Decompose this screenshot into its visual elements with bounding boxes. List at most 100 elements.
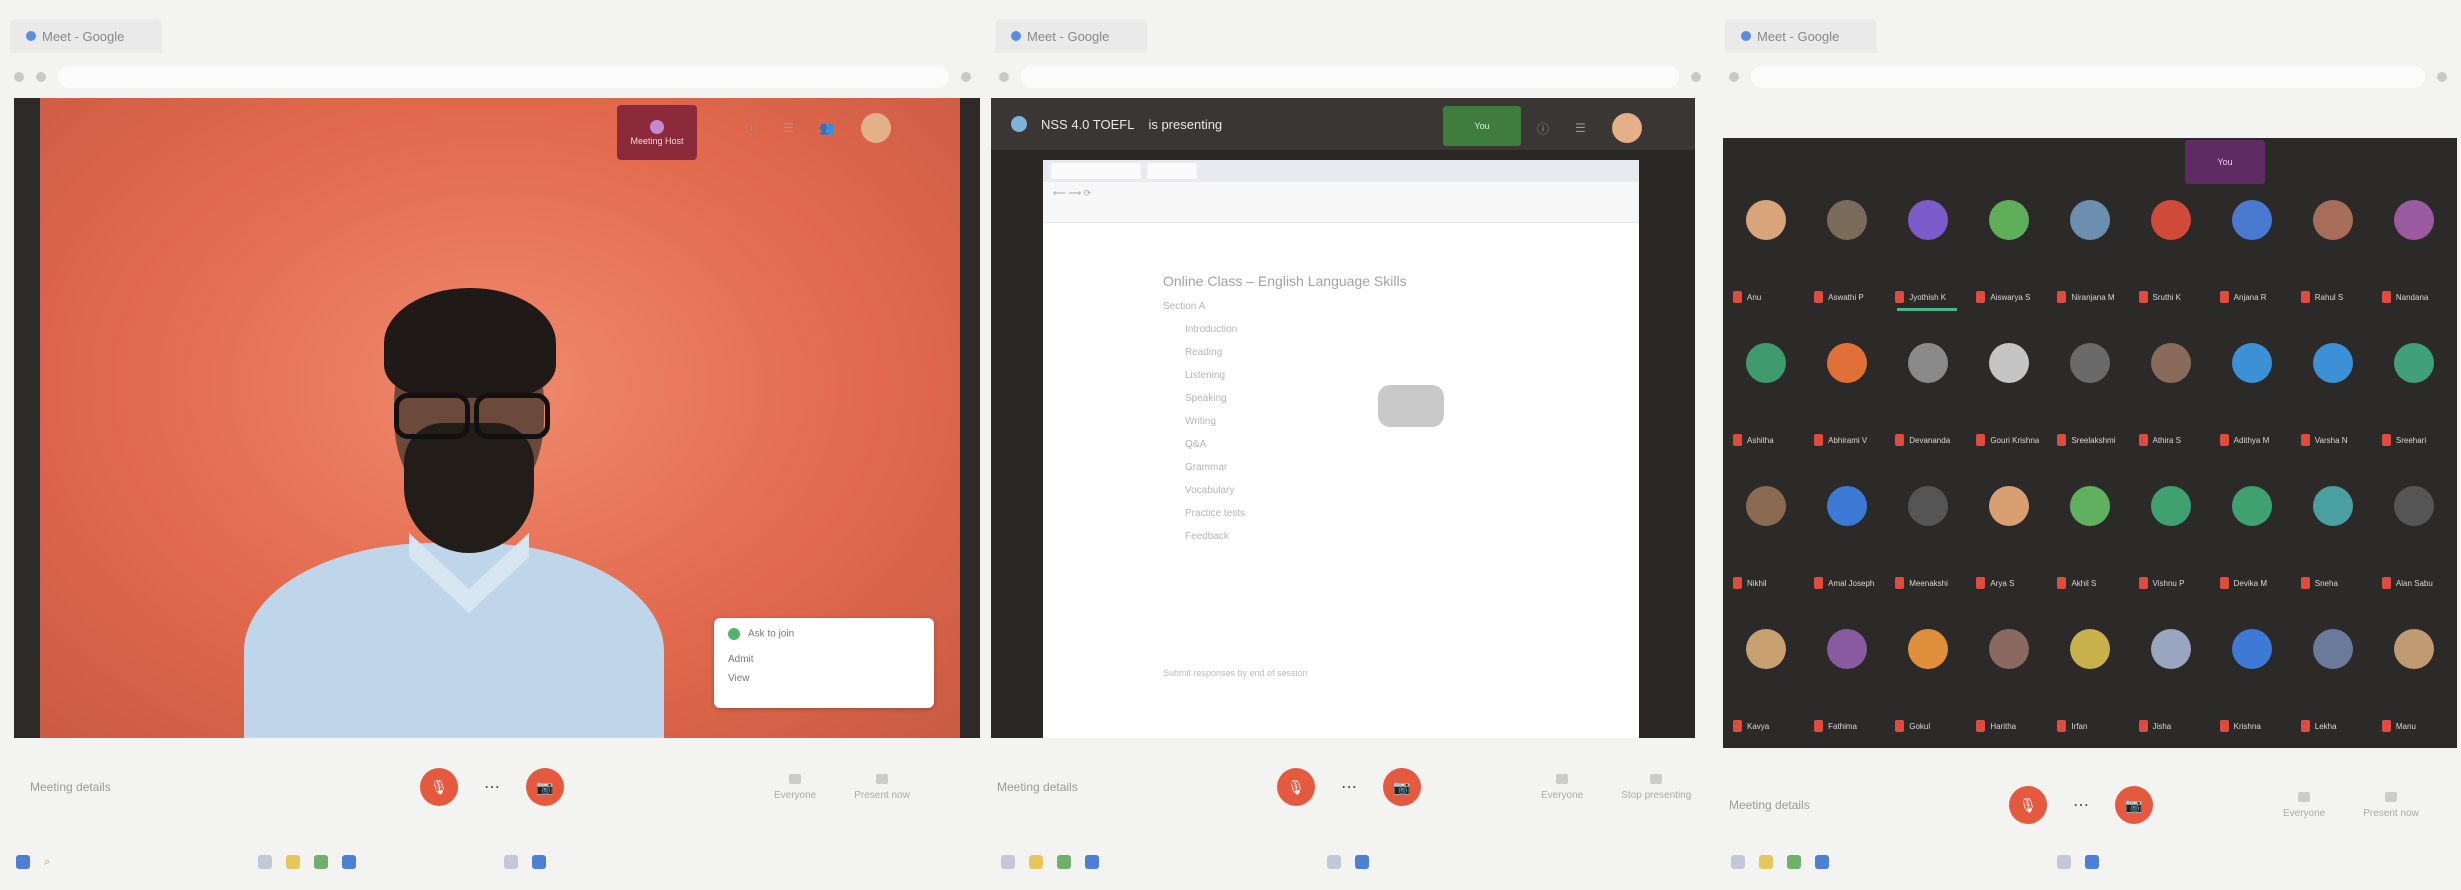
people-button[interactable]: Everyone: [774, 773, 816, 801]
participant-tile[interactable]: Akhil S: [2053, 466, 2126, 599]
participant-tile[interactable]: Fathima: [1810, 609, 1883, 742]
reload-icon[interactable]: [36, 72, 46, 82]
network-icon[interactable]: [532, 855, 547, 869]
more-icon[interactable]: ⋯: [2073, 795, 2089, 815]
info-icon[interactable]: ⓘ: [1537, 120, 1549, 137]
participant-tile[interactable]: Gokul: [1891, 609, 1964, 742]
back-icon[interactable]: [14, 72, 24, 82]
self-view-tile[interactable]: You: [1443, 106, 1521, 146]
participant-tile[interactable]: Ashitha: [1729, 323, 1802, 456]
camera-button[interactable]: 📷: [526, 768, 564, 806]
browser-tab[interactable]: Meet - Google: [1725, 19, 1877, 53]
self-view-tile[interactable]: Meeting Host: [617, 105, 697, 160]
extension-icon[interactable]: [1691, 72, 1701, 82]
admit-link[interactable]: Admit: [728, 654, 920, 665]
present-button[interactable]: Stop presenting: [1621, 773, 1691, 801]
meeting-details[interactable]: Meeting details: [30, 780, 180, 794]
participant-tile[interactable]: Aiswarya S: [1972, 180, 2045, 313]
mic-button[interactable]: 🎙: [420, 768, 458, 806]
participant-tile[interactable]: Alan Sabu: [2378, 466, 2451, 599]
back-icon[interactable]: [999, 72, 1009, 82]
participant-tile[interactable]: Rahul S: [2297, 180, 2370, 313]
participant-tile[interactable]: Irfan: [2053, 609, 2126, 742]
participant-tile[interactable]: Devananda: [1891, 323, 1964, 456]
participant-tile[interactable]: Sneha: [2297, 466, 2370, 599]
mic-button[interactable]: 🎙: [2009, 786, 2047, 824]
camera-button[interactable]: 📷: [1383, 768, 1421, 806]
people-button[interactable]: Everyone: [2283, 791, 2325, 819]
edge-icon[interactable]: [1085, 855, 1099, 869]
info-icon[interactable]: ⓘ: [745, 120, 757, 137]
participant-tile[interactable]: Haritha: [1972, 609, 2045, 742]
meeting-details[interactable]: Meeting details: [1729, 798, 1879, 812]
mic-button[interactable]: 🎙: [1277, 768, 1315, 806]
participant-tile[interactable]: Nikhil: [1729, 466, 1802, 599]
network-icon[interactable]: [2085, 855, 2099, 869]
people-icon[interactable]: 👥: [820, 121, 835, 135]
folder-icon[interactable]: [286, 855, 301, 869]
participant-tile[interactable]: Gouri Krishna: [1972, 323, 2045, 456]
browser-tab[interactable]: Meet - Google: [995, 19, 1147, 53]
participant-tile[interactable]: Sreelakshmi: [2053, 323, 2126, 456]
participant-tile[interactable]: Kavya: [1729, 609, 1802, 742]
chrome-icon[interactable]: [1057, 855, 1071, 869]
extension-icon[interactable]: [961, 72, 971, 82]
participant-tile[interactable]: Manu: [2378, 609, 2451, 742]
edge-icon[interactable]: [1815, 855, 1829, 869]
participant-tile[interactable]: Devika M: [2216, 466, 2289, 599]
participant-tile[interactable]: Niranjana M: [2053, 180, 2126, 313]
back-icon[interactable]: [1729, 72, 1739, 82]
participant-tile[interactable]: Sreehari: [2378, 323, 2451, 456]
present-button[interactable]: Present now: [854, 773, 910, 801]
account-avatar[interactable]: [1611, 113, 1642, 143]
folder-icon[interactable]: [1029, 855, 1043, 869]
participant-tile[interactable]: Sruthi K: [2135, 180, 2208, 313]
more-icon[interactable]: ⋯: [484, 777, 500, 797]
participant-tile[interactable]: Varsha N: [2297, 323, 2370, 456]
meeting-details[interactable]: Meeting details: [997, 780, 1147, 794]
chrome-icon[interactable]: [314, 855, 329, 869]
account-avatar[interactable]: [860, 113, 891, 143]
present-button[interactable]: Present now: [2363, 791, 2419, 819]
participant-tile[interactable]: Anu: [1729, 180, 1802, 313]
url-field[interactable]: [1751, 66, 2425, 88]
participant-tile[interactable]: Lekha: [2297, 609, 2370, 742]
tray-icon[interactable]: [504, 855, 519, 869]
taskbar-app-icon[interactable]: [258, 855, 273, 869]
folder-icon[interactable]: [1759, 855, 1773, 869]
network-icon[interactable]: [1355, 855, 1369, 869]
more-icon[interactable]: ⋯: [1341, 777, 1357, 797]
edge-icon[interactable]: [342, 855, 357, 869]
participant-tile[interactable]: Jisha: [2135, 609, 2208, 742]
tray-icon[interactable]: [1327, 855, 1341, 869]
taskbar-app-icon[interactable]: [1731, 855, 1745, 869]
participant-tile[interactable]: Arya S: [1972, 466, 2045, 599]
taskbar-app-icon[interactable]: [1001, 855, 1015, 869]
search-icon[interactable]: ⌕: [44, 856, 50, 869]
chrome-icon[interactable]: [1787, 855, 1801, 869]
tray-icon[interactable]: [2057, 855, 2071, 869]
start-icon[interactable]: [16, 855, 30, 869]
participant-tile[interactable]: Abhirami V: [1810, 323, 1883, 456]
extension-icon[interactable]: [2437, 72, 2447, 82]
chat-icon[interactable]: ☰: [783, 121, 794, 135]
browser-tab[interactable]: Meet - Google: [10, 19, 162, 53]
participant-tile[interactable]: Nandana: [2378, 180, 2451, 313]
participant-tile[interactable]: Anjana R: [2216, 180, 2289, 313]
camera-button[interactable]: 📷: [2115, 786, 2153, 824]
participant-tile[interactable]: Adithya M: [2216, 323, 2289, 456]
view-link[interactable]: View: [728, 673, 920, 684]
people-button[interactable]: Everyone: [1541, 773, 1583, 801]
self-view-tile[interactable]: You: [2185, 140, 2265, 184]
participant-tile[interactable]: Aswathi P: [1810, 180, 1883, 313]
participant-tile[interactable]: Amal Joseph: [1810, 466, 1883, 599]
participant-tile[interactable]: Jyothish K: [1891, 180, 1964, 313]
participant-tile[interactable]: Krishna: [2216, 609, 2289, 742]
participant-tile[interactable]: Athira S: [2135, 323, 2208, 456]
url-field[interactable]: [1021, 66, 1679, 88]
url-field[interactable]: [58, 66, 949, 88]
participant-tile[interactable]: Vishnu P: [2135, 466, 2208, 599]
chat-icon[interactable]: ☰: [1575, 121, 1586, 135]
join-request-card[interactable]: Ask to join Admit View: [714, 618, 934, 708]
participant-tile[interactable]: Meenakshi: [1891, 466, 1964, 599]
